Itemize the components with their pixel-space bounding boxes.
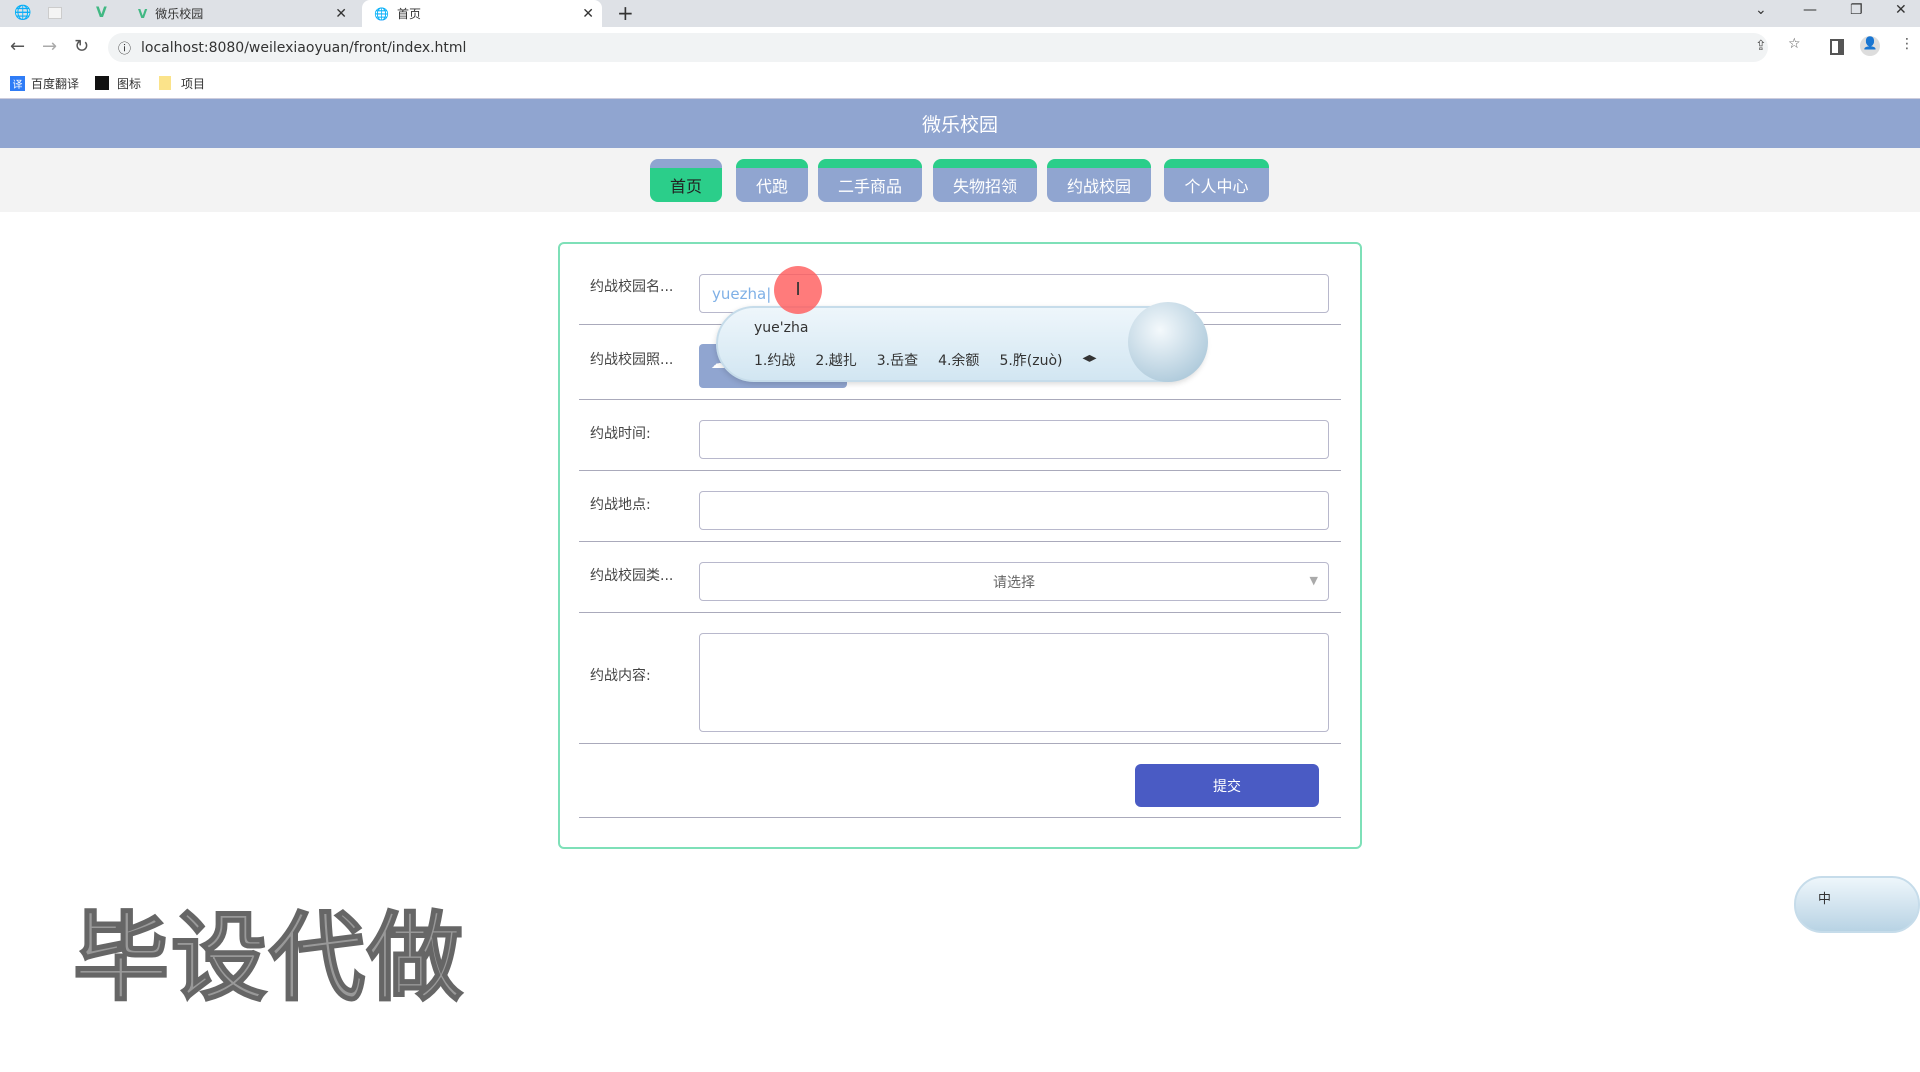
page-icon[interactable] xyxy=(48,7,62,19)
time-input[interactable] xyxy=(699,420,1329,459)
page-arrows-icon[interactable]: ◂▸ xyxy=(1083,350,1097,370)
content-label: 约战内容: xyxy=(590,668,651,684)
back-icon[interactable]: ← xyxy=(10,36,25,57)
site-header: 微乐校园 xyxy=(0,99,1920,148)
watermark: 毕设代做 xyxy=(72,901,465,1015)
tab-home[interactable]: 🌐 首页 ✕ xyxy=(362,0,602,27)
type-select[interactable]: 请选择 ▼ xyxy=(699,562,1329,601)
content-textarea[interactable] xyxy=(699,633,1329,732)
ime-mode: 中 xyxy=(1818,892,1832,907)
url-text: localhost:8080/weilexiaoyuan/front/index… xyxy=(141,39,467,56)
divider xyxy=(579,470,1341,471)
name-input-value: yuezha xyxy=(712,285,767,303)
folder-icon xyxy=(159,76,172,90)
nav-challenge[interactable]: 约战校园 xyxy=(1047,159,1151,202)
cursor-highlight: I xyxy=(774,266,822,314)
ime-candidate[interactable]: 4.余额 xyxy=(938,350,979,370)
ime-candidate[interactable]: 1.约战 xyxy=(754,350,795,370)
globe-icon[interactable]: 🌐 xyxy=(14,5,31,21)
ime-candidate[interactable]: 5.胙(zuò) xyxy=(999,350,1062,370)
restore-icon[interactable]: ❐ xyxy=(1850,2,1863,18)
forward-icon[interactable]: → xyxy=(42,36,57,57)
nav-lost-found[interactable]: 失物招领 xyxy=(933,159,1037,202)
flag-icon xyxy=(95,76,110,90)
vue-icon: V xyxy=(138,6,148,21)
place-input[interactable] xyxy=(699,491,1329,530)
type-label: 约战校园类... xyxy=(590,568,674,584)
ime-composition: yue'zha xyxy=(754,320,809,336)
divider xyxy=(579,541,1341,542)
tab-title: 微乐校园 xyxy=(155,7,204,21)
chevron-down-icon: ▼ xyxy=(1309,574,1318,587)
place-label: 约战地点: xyxy=(590,497,651,513)
bookmarks-bar: 译 百度翻译 图标 项目 xyxy=(0,68,1920,99)
ime-candidate-window: yue'zha 1.约战 2.越扎 3.岳查 4.余额 5.胙(zuò) ◂▸ xyxy=(716,302,1208,382)
translate-icon: 译 xyxy=(10,75,25,91)
site-title: 微乐校园 xyxy=(921,114,998,136)
nav-errand[interactable]: 代跑 xyxy=(736,159,808,202)
nav-profile[interactable]: 个人中心 xyxy=(1164,159,1269,202)
time-label: 约战时间: xyxy=(590,426,651,442)
share-icon[interactable]: ⇪ xyxy=(1755,38,1767,54)
browser-tab-bar: 🌐 V V 微乐校园 ✕ 🌐 首页 ✕ + ⌄ — ❐ ✕ xyxy=(0,0,1920,27)
globe-icon: 🌐 xyxy=(374,6,389,21)
menu-icon[interactable]: ⋮ xyxy=(1900,36,1914,52)
tab-title: 首页 xyxy=(396,7,421,21)
star-icon[interactable]: ☆ xyxy=(1788,36,1801,52)
reload-icon[interactable]: ↻ xyxy=(74,36,89,57)
vue-icon[interactable]: V xyxy=(96,5,107,21)
close-window-icon[interactable]: ✕ xyxy=(1895,2,1907,18)
tab-weilexiaoyuan[interactable]: V 微乐校园 ✕ xyxy=(130,0,355,27)
submit-button[interactable]: 提交 xyxy=(1135,764,1319,807)
photo-label: 约战校园照... xyxy=(590,352,674,368)
nav-secondhand[interactable]: 二手商品 xyxy=(818,159,922,202)
bookmark-item[interactable]: 图标 xyxy=(117,75,141,92)
chevron-down-icon[interactable]: ⌄ xyxy=(1755,2,1767,18)
url-field[interactable]: ⓘ localhost:8080/weilexiaoyuan/front/ind… xyxy=(108,33,1768,62)
minimize-icon[interactable]: — xyxy=(1803,2,1817,18)
divider xyxy=(579,743,1341,744)
info-icon: ⓘ xyxy=(118,42,132,57)
ime-candidate[interactable]: 2.越扎 xyxy=(815,350,856,370)
profile-icon[interactable]: 👤 xyxy=(1860,36,1880,56)
ime-skin-image xyxy=(1128,302,1208,382)
close-icon[interactable]: ✕ xyxy=(335,6,347,22)
bookmark-item[interactable]: 项目 xyxy=(181,75,205,92)
new-tab-icon[interactable]: + xyxy=(617,1,634,25)
nav-home[interactable]: 首页 xyxy=(650,159,722,202)
ime-status-bar[interactable]: 中 xyxy=(1794,876,1920,933)
divider xyxy=(579,612,1341,613)
divider xyxy=(579,399,1341,400)
divider xyxy=(579,817,1341,818)
type-placeholder: 请选择 xyxy=(993,574,1035,591)
close-icon[interactable]: ✕ xyxy=(582,6,594,22)
name-label: 约战校园名... xyxy=(590,279,674,295)
ime-candidate[interactable]: 3.岳查 xyxy=(877,350,918,370)
sidebar-icon[interactable] xyxy=(1830,39,1844,55)
bookmark-item[interactable]: 百度翻译 xyxy=(31,75,79,92)
